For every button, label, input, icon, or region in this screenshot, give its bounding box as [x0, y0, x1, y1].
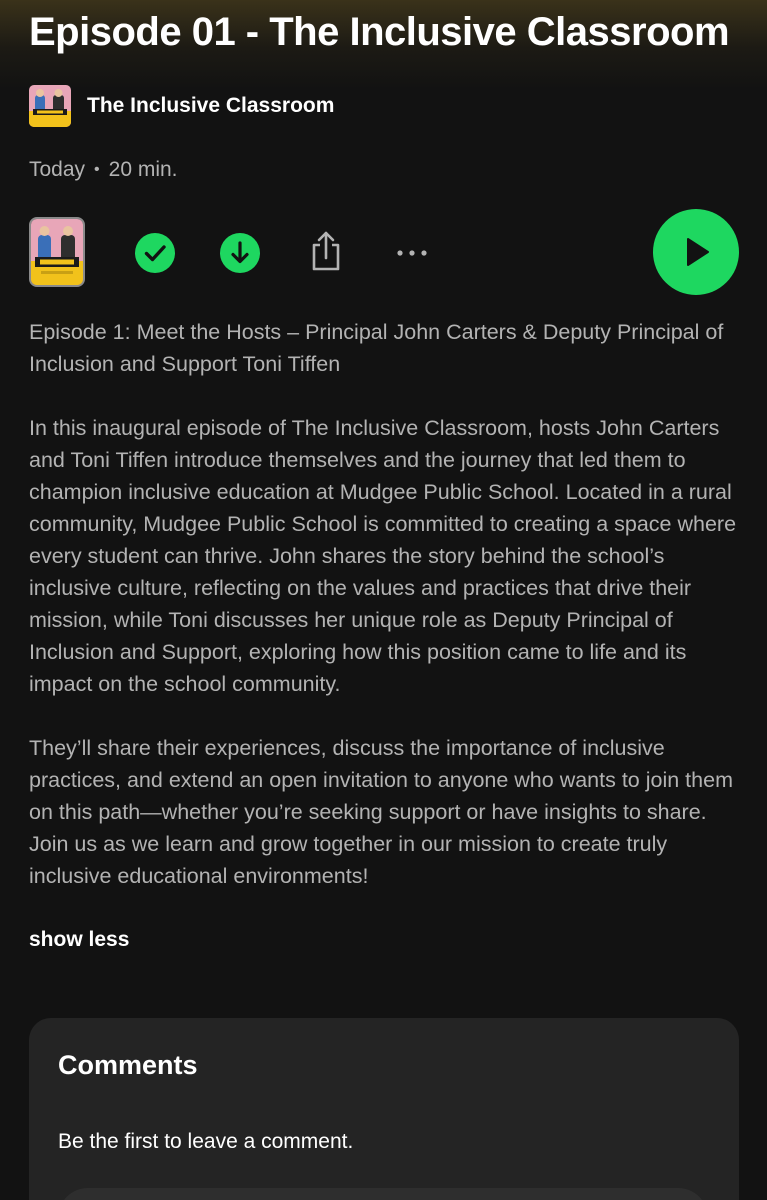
meta-separator: •	[94, 161, 100, 178]
check-icon[interactable]	[135, 233, 175, 273]
comment-input[interactable]	[58, 1188, 708, 1200]
show-less-button[interactable]: show less	[29, 928, 129, 952]
episode-date: Today	[29, 158, 86, 181]
episode-description: Episode 1: Meet the Hosts – Principal Jo…	[29, 316, 744, 892]
description-paragraph: In this inaugural episode of The Inclusi…	[29, 416, 737, 696]
episode-page: Episode 01 - The Inclusive Classroom The…	[0, 0, 767, 1200]
episode-meta: Today • 20 min.	[29, 158, 178, 182]
episode-cover-image[interactable]	[29, 217, 85, 287]
show-link[interactable]: The Inclusive Classroom	[29, 84, 334, 128]
play-icon	[687, 238, 709, 266]
comments-card: Comments Be the first to leave a comment…	[29, 1018, 739, 1200]
download-icon[interactable]	[220, 233, 260, 273]
description-paragraph: Episode 1: Meet the Hosts – Principal Jo…	[29, 320, 724, 376]
show-cover-image[interactable]	[29, 85, 71, 127]
description-paragraph: They’ll share their experiences, discuss…	[29, 736, 733, 888]
play-button[interactable]	[653, 209, 739, 295]
more-icon[interactable]	[392, 233, 432, 273]
share-icon[interactable]	[306, 228, 346, 274]
episode-controls	[0, 208, 767, 298]
comments-title: Comments	[58, 1050, 198, 1080]
comments-empty-text: Be the first to leave a comment.	[58, 1130, 354, 1153]
episode-title: Episode 01 - The Inclusive Classroom	[29, 10, 730, 54]
episode-duration: 20 min.	[108, 158, 178, 181]
show-name[interactable]: The Inclusive Classroom	[87, 94, 334, 118]
